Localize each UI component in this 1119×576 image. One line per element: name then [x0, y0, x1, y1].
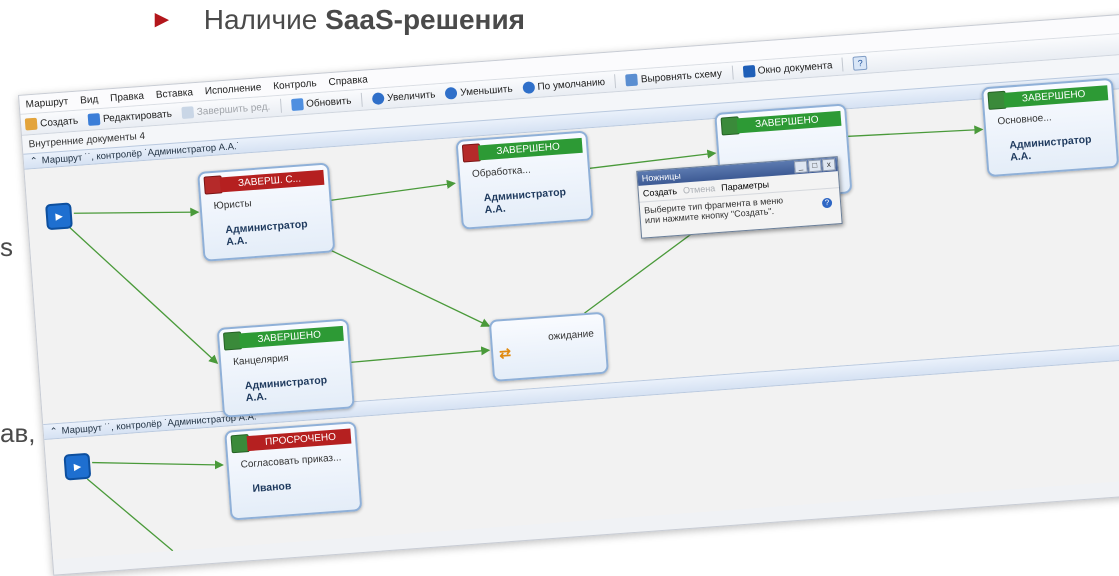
- help-button[interactable]: ?: [852, 55, 868, 71]
- new-snip-button[interactable]: Создать: [643, 186, 678, 198]
- route-editor-window: Маршрут Вид Правка Вставка Исполнение Ко…: [18, 12, 1119, 576]
- menu-execution[interactable]: Исполнение: [205, 82, 262, 97]
- task-lawyers[interactable]: ЗАВЕРШ. С... Юристы Администратор А.А.: [197, 162, 336, 262]
- minimize-icon[interactable]: _: [793, 160, 808, 174]
- status-badge: ЗАВЕРШЕНО: [736, 110, 842, 134]
- start-node[interactable]: ▸: [45, 202, 73, 231]
- zoom-out-icon: [444, 86, 458, 100]
- task-office[interactable]: ЗАВЕРШЕНО Канцелярия Администратор А.А.: [216, 318, 355, 418]
- task-owner: Администратор А.А.: [244, 374, 328, 405]
- edge-done-to-main: [846, 125, 984, 138]
- status-badge: ПРОСРОЧЕНО: [246, 428, 352, 452]
- options-button[interactable]: Параметры: [721, 179, 770, 192]
- finish-edit-icon: [181, 106, 195, 120]
- close-icon[interactable]: x: [821, 158, 836, 172]
- help-icon[interactable]: ?: [821, 197, 833, 209]
- slide-title: ► Наличие SaaS-решения: [150, 2, 525, 38]
- task-stage: Обработка...: [471, 164, 532, 180]
- status-badge: ЗАВЕРШЕНО: [1003, 85, 1109, 108]
- slide-text-fragment: s: [0, 232, 13, 262]
- status-badge: ЗАВЕРШЕНО: [477, 137, 583, 161]
- toolbar-separator: [614, 74, 617, 89]
- task-owner: Администратор А.А.: [225, 218, 309, 249]
- cancel-snip-button[interactable]: Отмена: [683, 183, 716, 195]
- zoom-default-icon: [522, 81, 535, 95]
- app-screenshot: Маршрут Вид Правка Вставка Исполнение Ко…: [18, 12, 1119, 576]
- align-scheme-button[interactable]: Выровнять схему: [625, 67, 722, 87]
- align-scheme-icon: [625, 73, 639, 87]
- toolbar-separator: [360, 92, 363, 107]
- toolbar-separator: [841, 57, 844, 72]
- edge-start-down: [86, 478, 174, 552]
- zoom-in-button[interactable]: Увеличить: [371, 88, 436, 106]
- document-window-icon: [742, 64, 756, 78]
- create-button[interactable]: Создать: [24, 115, 79, 131]
- task-owner: Иванов: [252, 480, 292, 495]
- finish-edit-button[interactable]: Завершить ред.: [181, 101, 271, 120]
- task-stage: Основное...: [997, 112, 1053, 128]
- edge-office-to-wait: [347, 346, 491, 364]
- start-node[interactable]: ▸: [63, 452, 92, 481]
- create-icon: [24, 117, 38, 131]
- edit-button[interactable]: Редактировать: [87, 108, 173, 126]
- bullet-arrow-icon: ►: [150, 6, 174, 33]
- zoom-out-button[interactable]: Уменьшить: [444, 83, 513, 100]
- task-stage: Канцелярия: [232, 352, 289, 368]
- status-badge: ЗАВЕРШ. С...: [219, 169, 325, 193]
- task-stage: Согласовать приказ...: [240, 452, 342, 471]
- collapse-chevron-icon[interactable]: ⌃: [29, 155, 38, 167]
- wait-label: ожидание: [547, 328, 595, 343]
- slide-text-fragment: ав,: [0, 418, 36, 448]
- menu-insert[interactable]: Вставка: [155, 87, 193, 101]
- task-approve-order[interactable]: ПРОСРОЧЕНО Согласовать приказ... Иванов: [224, 421, 363, 521]
- task-owner: Администратор А.А.: [1008, 133, 1092, 164]
- toolbar-separator: [731, 65, 734, 80]
- wait-arrows-icon: ⇄: [498, 344, 512, 362]
- document-window-button[interactable]: Окно документа: [742, 59, 833, 78]
- zoom-default-button[interactable]: По умолчанию: [522, 76, 605, 95]
- menu-route[interactable]: Маршрут: [25, 96, 68, 110]
- edge-start-to-approve: [92, 460, 224, 470]
- task-main[interactable]: ЗАВЕРШЕНО Основное... Администратор А.А.: [981, 77, 1119, 178]
- edge-start-to-office: [68, 226, 219, 365]
- edge-start-to-lawyers: [73, 207, 200, 217]
- menu-control[interactable]: Контроль: [273, 78, 317, 92]
- refresh-button[interactable]: Обновить: [290, 95, 352, 112]
- task-owner: Администратор А.А.: [483, 186, 567, 217]
- refresh-icon: [290, 98, 304, 112]
- toolbar-separator: [279, 98, 282, 113]
- collapse-chevron-icon[interactable]: ⌃: [49, 426, 58, 438]
- maximize-icon[interactable]: □: [807, 159, 822, 173]
- edge-lawyers-to-processing: [329, 179, 456, 202]
- snipping-tool-title: Ножницы: [641, 170, 682, 184]
- wait-node[interactable]: ⇄ ожидание: [488, 311, 609, 382]
- slide-title-text: Наличие SaaS-решения: [203, 4, 525, 35]
- task-processing[interactable]: ЗАВЕРШЕНО Обработка... Администратор А.А…: [455, 130, 594, 230]
- menu-view[interactable]: Вид: [80, 94, 99, 106]
- task-stage: Юристы: [213, 198, 253, 212]
- menu-edit[interactable]: Правка: [110, 90, 144, 103]
- zoom-in-icon: [371, 92, 385, 106]
- menu-help[interactable]: Справка: [328, 74, 368, 88]
- status-badge: ЗАВЕРШЕНО: [239, 325, 344, 349]
- edit-icon: [87, 113, 101, 126]
- help-icon: ?: [852, 55, 868, 71]
